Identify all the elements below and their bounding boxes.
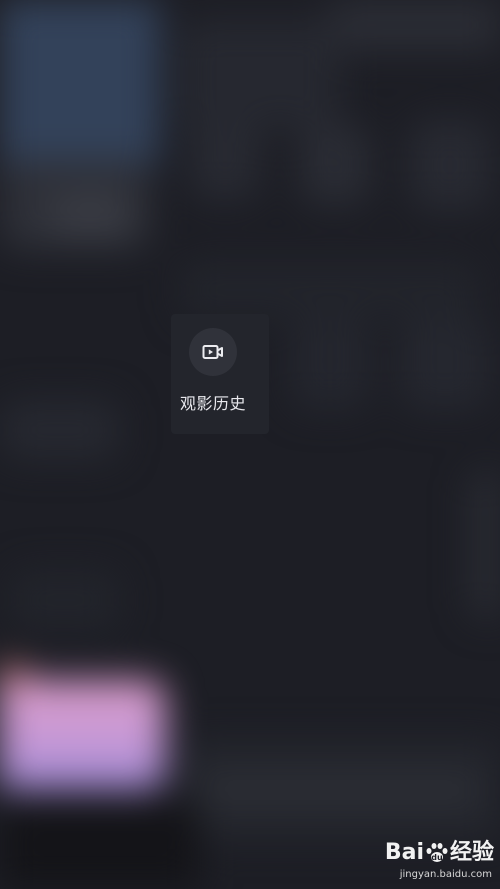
menu-item-watch-history[interactable]: 观影历史 (171, 314, 269, 434)
blurred-background (0, 0, 500, 889)
blurred-icon (290, 320, 370, 410)
screen: 观影历史 Bai du 经验 jingyan.baidu.com (0, 0, 500, 889)
paw-icon: du (426, 843, 448, 862)
watermark: Bai du 经验 jingyan.baidu.com (376, 839, 494, 883)
blurred-icon (190, 120, 260, 200)
blurred-block (180, 20, 340, 130)
svg-text:du: du (431, 853, 443, 862)
blurred-block (50, 195, 130, 235)
icon-circle (189, 328, 237, 376)
blurred-block (180, 260, 480, 320)
blurred-icon (410, 120, 490, 210)
blurred-block (470, 470, 500, 620)
blurred-block (0, 400, 120, 460)
blurred-block (0, 800, 200, 889)
blurred-banner (0, 0, 160, 170)
baidu-jingyan-logo: Bai du 经验 (385, 839, 494, 867)
blurred-thumbnail (0, 680, 165, 790)
video-history-icon (202, 345, 223, 359)
blurred-icon (300, 125, 370, 205)
blurred-block (200, 775, 480, 805)
watermark-url: jingyan.baidu.com (399, 869, 492, 880)
blurred-icon (400, 320, 490, 410)
blurred-block (10, 570, 120, 630)
blurred-block (330, 0, 500, 50)
logo-text-left: Bai (384, 840, 424, 865)
menu-item-label: 观影历史 (179, 394, 246, 413)
logo-text-right: 经验 (449, 840, 494, 865)
